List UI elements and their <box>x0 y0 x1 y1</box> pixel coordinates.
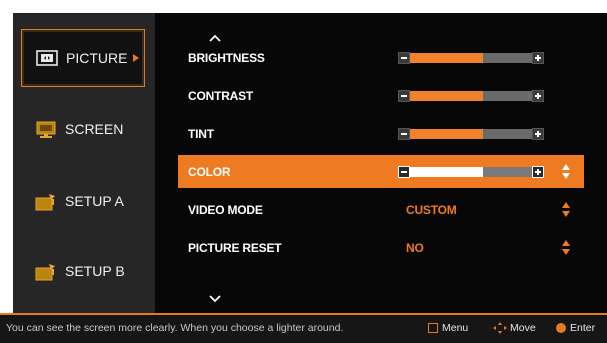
arrow-right-icon <box>133 54 140 62</box>
sidebar: PICTURE SCREEN SETUP A SETUP B <box>13 13 155 313</box>
menu-row-brightness[interactable]: BRIGHTNESS <box>178 41 584 74</box>
slider-fill <box>410 167 484 177</box>
video-mode-value[interactable]: CUSTOM <box>406 203 457 217</box>
up-down-arrows-icon[interactable] <box>562 240 570 256</box>
minus-icon[interactable] <box>398 166 410 178</box>
enter-key: Enter <box>556 322 595 334</box>
tint-slider[interactable] <box>398 128 544 140</box>
picture-icon <box>36 50 58 66</box>
menu-row-video-mode[interactable]: VIDEO MODE CUSTOM <box>178 193 584 226</box>
slider-fill <box>410 53 484 63</box>
row-label: VIDEO MODE <box>188 202 263 217</box>
help-bar: You can see the screen more clearly. Whe… <box>0 313 607 343</box>
row-label: CONTRAST <box>188 88 254 103</box>
plus-icon[interactable] <box>532 90 544 102</box>
plus-icon[interactable] <box>532 166 544 178</box>
contrast-slider[interactable] <box>398 90 544 102</box>
menu-row-picture-reset[interactable]: PICTURE RESET NO <box>178 231 584 264</box>
slider-fill <box>410 129 484 139</box>
up-down-arrows-icon[interactable] <box>562 202 570 218</box>
scroll-up-icon[interactable] <box>208 30 222 42</box>
up-down-arrows-icon[interactable] <box>562 164 570 180</box>
minus-icon[interactable] <box>398 128 410 140</box>
picture-reset-value[interactable]: NO <box>406 241 424 255</box>
plus-icon[interactable] <box>532 128 544 140</box>
enter-circle-icon <box>556 323 566 333</box>
sidebar-item-label: SCREEN <box>65 121 124 137</box>
menu-row-color[interactable]: COLOR <box>178 155 584 188</box>
sidebar-item-label: PICTURE <box>66 50 128 66</box>
scroll-down-icon[interactable] <box>208 291 222 303</box>
row-label: TINT <box>188 126 214 141</box>
row-label: BRIGHTNESS <box>188 50 265 65</box>
row-label: PICTURE RESET <box>188 240 282 255</box>
setup-icon <box>35 193 57 211</box>
minus-icon[interactable] <box>398 52 410 64</box>
sidebar-item-setup-b[interactable]: SETUP B <box>13 243 155 299</box>
screen-icon <box>35 121 57 138</box>
move-key: Move <box>493 322 536 334</box>
sidebar-item-picture[interactable]: PICTURE <box>21 29 145 87</box>
menu-row-contrast[interactable]: CONTRAST <box>178 79 584 112</box>
sidebar-item-label: SETUP B <box>65 263 125 279</box>
help-text: You can see the screen more clearly. Whe… <box>6 322 344 334</box>
sidebar-item-label: SETUP A <box>65 193 124 209</box>
row-label: COLOR <box>188 164 231 179</box>
move-arrows-icon <box>493 322 507 334</box>
brightness-slider[interactable] <box>398 52 544 64</box>
setup-icon <box>35 263 57 281</box>
menu-square-icon <box>428 323 438 333</box>
color-slider[interactable] <box>398 166 544 178</box>
menu-key-label: Menu <box>442 322 469 334</box>
plus-icon[interactable] <box>532 52 544 64</box>
move-key-label: Move <box>510 322 536 334</box>
menu-row-tint[interactable]: TINT <box>178 117 584 150</box>
slider-fill <box>410 91 484 101</box>
minus-icon[interactable] <box>398 90 410 102</box>
sidebar-item-screen[interactable]: SCREEN <box>13 101 155 157</box>
sidebar-item-setup-a[interactable]: SETUP A <box>13 173 155 229</box>
enter-key-label: Enter <box>570 322 596 334</box>
menu-key: Menu <box>428 322 468 334</box>
